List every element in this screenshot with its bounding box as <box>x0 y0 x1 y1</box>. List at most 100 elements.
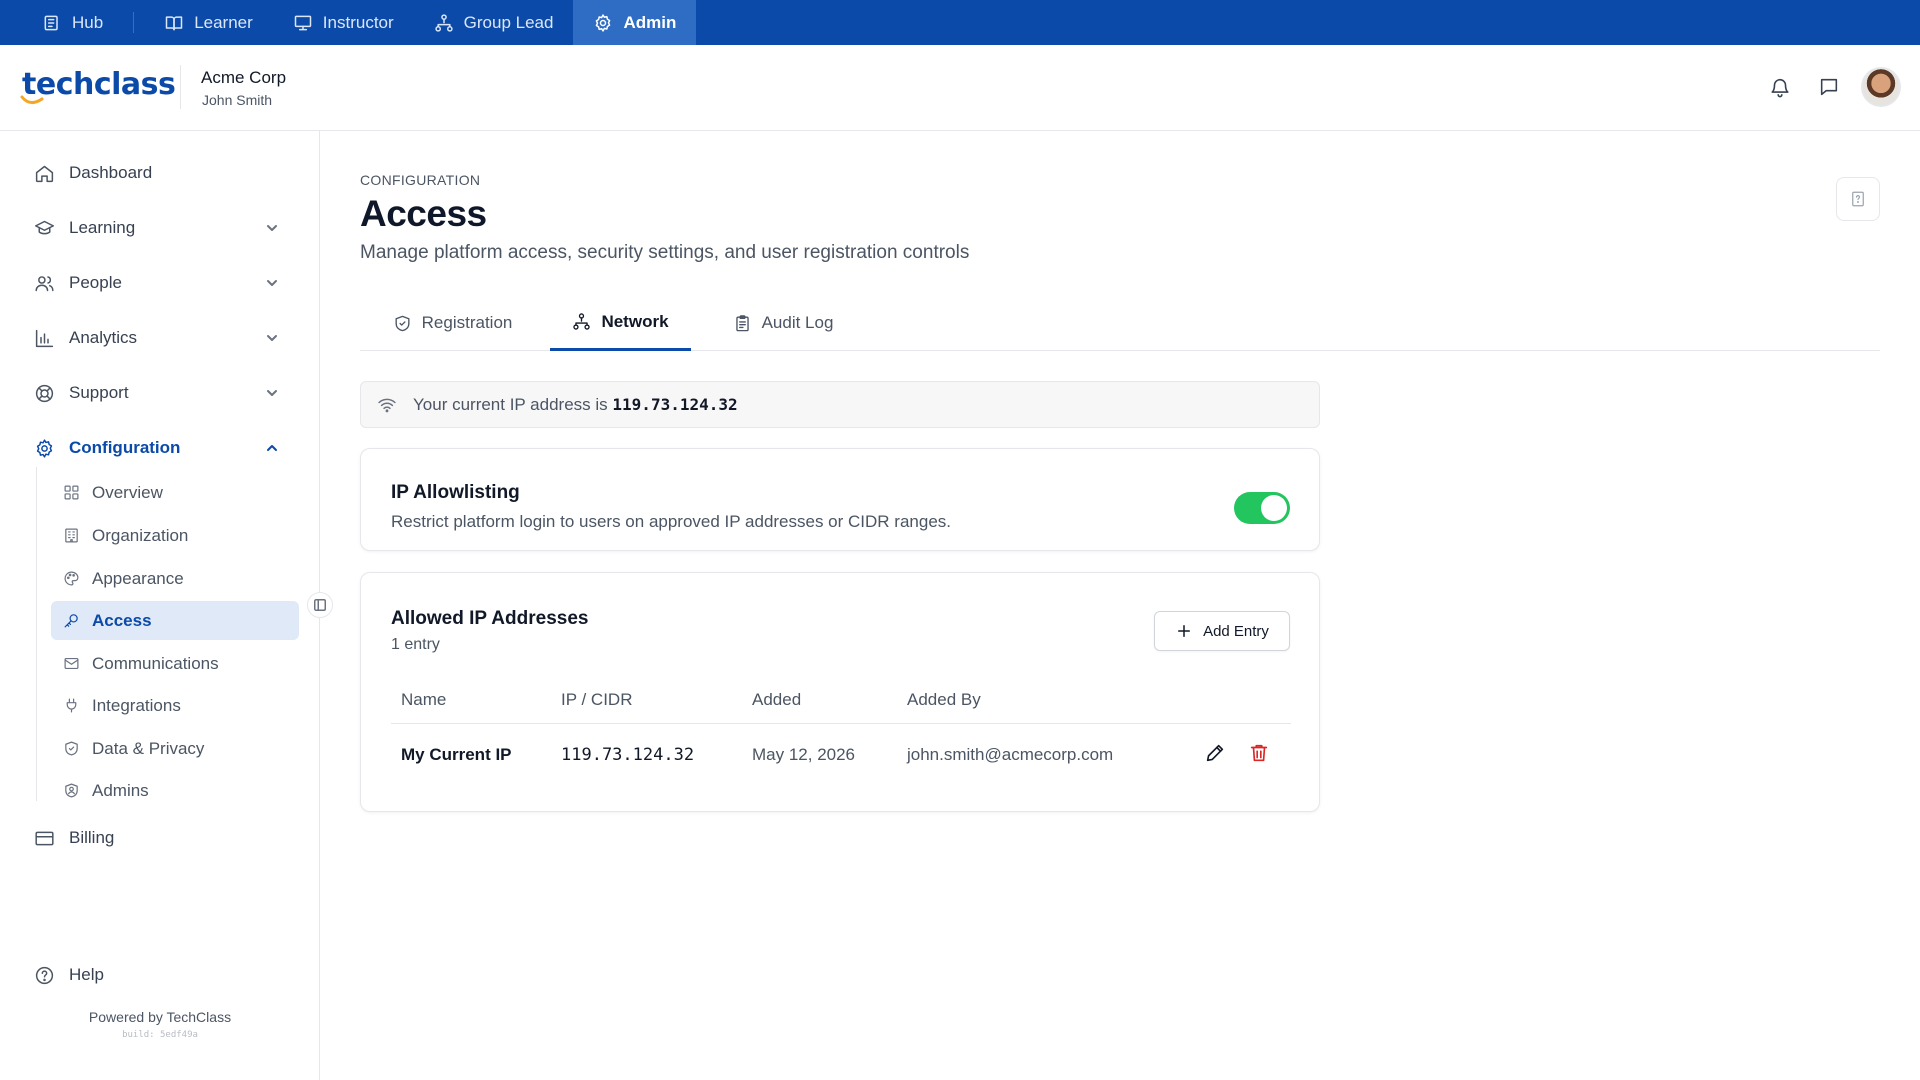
config-item-appearance[interactable]: Appearance <box>51 559 299 598</box>
role-label: Instructor <box>322 12 394 32</box>
ip-banner-prefix: Your current IP address is <box>413 394 608 414</box>
config-item-label: Access <box>92 610 152 630</box>
notifications-button[interactable] <box>1769 76 1791 98</box>
ip-allowlisting-description: Restrict platform login to users on appr… <box>391 512 952 531</box>
row-name: My Current IP <box>401 745 512 764</box>
role-instructor[interactable]: Instructor <box>273 0 414 45</box>
config-item-label: Data & Privacy <box>92 738 205 758</box>
mail-icon <box>64 657 79 670</box>
sidebar-item-support[interactable]: Support <box>34 377 290 409</box>
app-header: techclass Acme Corp John Smith <box>0 45 1920 131</box>
row-added: May 12, 2026 <box>752 745 856 764</box>
page-subtitle: Manage platform access, security setting… <box>360 242 970 263</box>
role-hub[interactable]: Hub <box>22 0 123 45</box>
column-header-added: Added <box>752 690 802 709</box>
role-learner[interactable]: Learner <box>144 0 273 45</box>
column-header-name: Name <box>401 690 447 709</box>
powered-by: Powered by TechClass <box>88 1009 232 1025</box>
plus-icon <box>1178 625 1191 637</box>
home-icon <box>35 165 54 182</box>
org-name: Acme Corp <box>201 68 287 87</box>
sidebar-item-analytics[interactable]: Analytics <box>34 322 290 354</box>
current-ip-banner: Your current IP address is 119.73.124.32 <box>360 381 1320 428</box>
column-header-added-by: Added By <box>907 690 981 709</box>
logo-swoosh <box>20 95 44 104</box>
gear-icon <box>36 438 53 458</box>
config-item-communications[interactable]: Communications <box>51 644 299 683</box>
role-admin[interactable]: Admin <box>573 0 697 45</box>
collapse-sidebar-button[interactable] <box>307 592 333 618</box>
sidebar-item-billing[interactable]: Billing <box>34 822 290 854</box>
chevron-down-icon <box>267 225 277 231</box>
build-id: build: 5edf49a <box>122 1030 198 1040</box>
trash-icon <box>1250 744 1268 762</box>
presentation-icon <box>294 15 312 30</box>
wifi-icon <box>378 398 396 412</box>
add-entry-button[interactable]: Add Entry <box>1154 611 1290 651</box>
chevron-down-icon <box>267 390 277 396</box>
breadcrumb: CONFIGURATION <box>360 172 481 188</box>
bell-icon <box>1771 78 1789 98</box>
user-name: John Smith <box>202 92 273 108</box>
add-entry-label: Add Entry <box>1203 622 1269 640</box>
tab-registration[interactable]: Registration <box>380 295 525 351</box>
sidebar-item-label: Analytics <box>69 328 138 347</box>
messages-button[interactable] <box>1818 76 1840 98</box>
role-bar: Hub Learner Instructor Group Lead Admin <box>0 0 1920 45</box>
tab-label: Network <box>601 311 669 331</box>
sidebar-collapse-icon <box>314 599 326 611</box>
credit-card-icon <box>35 831 54 845</box>
techclass-logo[interactable]: techclass <box>20 67 176 107</box>
tab-network[interactable]: Network <box>550 295 691 351</box>
sidebar-item-people[interactable]: People <box>34 267 290 299</box>
config-item-data-privacy[interactable]: Data & Privacy <box>51 729 299 768</box>
config-item-organization[interactable]: Organization <box>51 516 299 555</box>
shield-icon <box>65 741 78 756</box>
tab-label: Audit Log <box>761 313 834 332</box>
allowed-ip-card: Allowed IP Addresses 1 entry Add Entry N… <box>360 572 1320 812</box>
sidebar-item-label: People <box>69 273 122 292</box>
sidebar-item-label: Support <box>69 383 129 402</box>
sidebar-item-help[interactable]: Help <box>34 959 290 991</box>
sidebar-item-configuration[interactable]: Configuration <box>34 432 290 464</box>
hub-icon <box>44 15 58 30</box>
row-ip: 119.73.124.32 <box>561 745 695 765</box>
config-item-label: Admins <box>92 780 149 800</box>
ip-allowlisting-title: IP Allowlisting <box>391 482 520 503</box>
tab-bar: Registration Network Audit Log <box>360 295 1880 351</box>
tab-label: Registration <box>421 313 513 332</box>
role-label: Admin <box>623 12 677 32</box>
delete-entry-button[interactable] <box>1248 742 1272 766</box>
tab-audit-log[interactable]: Audit Log <box>718 295 848 351</box>
config-item-admins[interactable]: Admins <box>51 771 299 810</box>
chat-icon <box>1820 78 1838 96</box>
avatar[interactable] <box>1861 67 1901 107</box>
plug-icon <box>66 698 77 713</box>
page-title: Access <box>360 193 487 234</box>
edit-entry-button[interactable] <box>1204 742 1228 766</box>
graduation-cap-icon <box>35 220 54 234</box>
allowed-ip-title: Allowed IP Addresses <box>391 608 589 629</box>
role-label: Learner <box>194 12 253 32</box>
config-item-label: Integrations <box>92 695 181 715</box>
config-item-access[interactable]: Access <box>51 601 299 640</box>
config-item-label: Overview <box>92 482 163 502</box>
chevron-up-icon <box>267 445 277 451</box>
config-item-label: Communications <box>92 653 219 673</box>
column-header-ip: IP / CIDR <box>561 690 633 709</box>
palette-icon <box>64 571 79 586</box>
entry-count: 1 entry <box>391 636 440 653</box>
current-ip: 119.73.124.32 <box>612 394 738 414</box>
sidebar-item-label: Help <box>69 965 104 984</box>
ip-allowlisting-toggle[interactable] <box>1234 492 1290 524</box>
role-group-lead[interactable]: Group Lead <box>414 0 574 45</box>
config-item-integrations[interactable]: Integrations <box>51 686 299 725</box>
page-help-button[interactable] <box>1836 177 1880 221</box>
sidebar-item-label: Dashboard <box>69 163 153 182</box>
sidebar-item-dashboard[interactable]: Dashboard <box>34 157 290 189</box>
user-shield-icon <box>65 783 78 798</box>
shield-check-icon <box>395 315 410 331</box>
config-item-overview[interactable]: Overview <box>51 473 299 512</box>
network-icon <box>573 313 591 330</box>
sidebar-item-learning[interactable]: Learning <box>34 212 290 244</box>
